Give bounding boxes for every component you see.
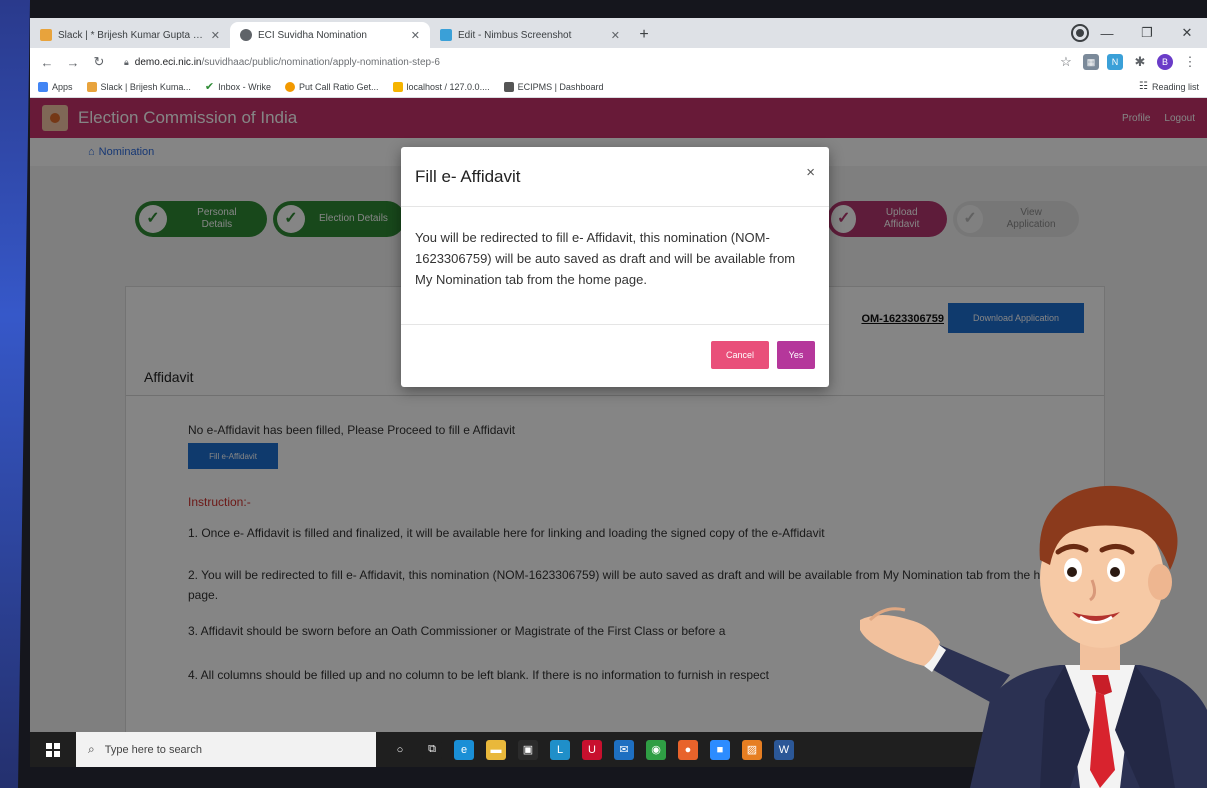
apps-grid-icon <box>38 81 48 92</box>
mcafee-icon[interactable]: U <box>582 739 602 760</box>
bookmark-put-call-ratio[interactable]: Put Call Ratio Get... <box>284 81 379 92</box>
modal-footer: Cancel Yes <box>401 325 829 385</box>
presenter-character-illustration <box>860 485 1207 788</box>
bookmark-label: Slack | Brijesh Kuma... <box>100 81 191 92</box>
zoom-icon[interactable]: ■ <box>710 739 730 760</box>
nimbus-extension-icon[interactable]: N <box>1107 54 1123 70</box>
url-host: demo.eci.nic.in <box>134 56 202 68</box>
globe-favicon-icon <box>240 29 252 41</box>
bookmarks-bar: Apps Slack | Brijesh Kuma... ✔ Inbox - W… <box>30 76 1207 98</box>
start-button[interactable] <box>30 732 76 767</box>
reading-list[interactable]: ☷ Reading list <box>1139 81 1199 92</box>
bookmark-apps[interactable]: Apps <box>38 81 73 92</box>
bookmark-label: localhost / 127.0.0.... <box>406 81 490 92</box>
back-icon[interactable]: ← <box>38 55 56 70</box>
bookmark-star-icon[interactable]: ☆ <box>1057 54 1075 70</box>
url-path: /suvidhaac/public/nomination/apply-nomin… <box>201 56 440 68</box>
yes-button[interactable]: Yes <box>777 341 815 369</box>
bookmark-label: Apps <box>52 81 73 92</box>
taskbar-search[interactable]: ⌕ Type here to search <box>76 732 376 767</box>
browser-tabstrip: Slack | * Brijesh Kumar Gupta | ECI ✕ EC… <box>30 18 1207 48</box>
circle-icon <box>284 81 295 92</box>
address-bar[interactable]: 🔒︎ demo.eci.nic.in/suvidhaac/public/nomi… <box>116 51 1049 73</box>
lock-icon: 🔒︎ <box>124 56 129 67</box>
store-icon[interactable]: ▣ <box>518 739 538 760</box>
word-icon[interactable]: W <box>774 739 794 760</box>
search-icon: ⌕ <box>88 742 95 756</box>
tab-eci-nomination[interactable]: ECI Suvidha Nomination ✕ <box>230 22 430 48</box>
profile-avatar[interactable]: B <box>1157 54 1173 70</box>
cancel-button[interactable]: Cancel <box>711 341 769 369</box>
file-explorer-icon[interactable]: ▬ <box>486 739 506 760</box>
restore-icon[interactable]: ❐ <box>1127 18 1167 48</box>
tab-close-icon[interactable]: ✕ <box>411 29 420 42</box>
modal-close-icon[interactable]: × <box>806 164 815 181</box>
modal-title: Fill e- Affidavit <box>415 166 521 186</box>
tab-close-icon[interactable]: ✕ <box>611 29 620 42</box>
tab-nimbus[interactable]: Edit - Nimbus Screenshot ✕ <box>430 22 630 48</box>
menu-kebab-icon[interactable]: ⋮ <box>1181 54 1199 70</box>
tab-label: Edit - Nimbus Screenshot <box>458 29 572 41</box>
taskbar-apps: ○ ⧉ e ▬ ▣ L U ✉ ◉ ● ■ ▨ W <box>390 739 794 760</box>
slack-icon <box>86 81 97 92</box>
chrome-icon[interactable]: ◉ <box>646 739 666 760</box>
tab-label: Slack | * Brijesh Kumar Gupta | ECI <box>58 29 205 41</box>
bookmark-localhost[interactable]: localhost / 127.0.0.... <box>392 81 490 92</box>
forward-icon[interactable]: → <box>64 55 82 70</box>
bookmark-label: ECIPMS | Dashboard <box>517 81 604 92</box>
tab-close-icon[interactable]: ✕ <box>211 29 220 42</box>
firefox-icon[interactable]: ● <box>678 739 698 760</box>
windows-logo-icon <box>46 742 60 757</box>
modal-body: You will be redirected to fill e- Affida… <box>401 207 829 325</box>
close-window-icon[interactable]: ✕ <box>1167 18 1207 48</box>
mail-icon[interactable]: ✉ <box>614 739 634 760</box>
checkmark-icon: ✔ <box>204 81 215 93</box>
window-controls: — ❐ ✕ <box>1087 18 1207 48</box>
bookmark-ecipms[interactable]: ECIPMS | Dashboard <box>503 81 604 92</box>
bookmark-slack[interactable]: Slack | Brijesh Kuma... <box>86 81 191 92</box>
bookmark-wrike[interactable]: ✔ Inbox - Wrike <box>205 80 271 93</box>
bookmark-label: Inbox - Wrike <box>218 81 271 92</box>
extension-icon[interactable]: ▦ <box>1083 54 1099 70</box>
record-icon[interactable] <box>1073 26 1087 40</box>
dashboard-icon <box>503 81 514 92</box>
tab-label: ECI Suvidha Nomination <box>258 29 367 41</box>
frame-accent <box>0 0 30 788</box>
modal-header: Fill e- Affidavit × <box>401 147 829 207</box>
bookmark-label: Put Call Ratio Get... <box>298 81 379 92</box>
browser-toolbar: ← → ↻ 🔒︎ demo.eci.nic.in/suvidhaac/publi… <box>30 48 1207 76</box>
reload-icon[interactable]: ↻ <box>90 54 108 70</box>
photos-icon[interactable]: ▨ <box>742 739 762 760</box>
new-tab-button[interactable]: + <box>630 22 658 48</box>
cortana-icon[interactable]: ○ <box>390 739 410 760</box>
app-l-icon[interactable]: L <box>550 739 570 760</box>
search-placeholder: Type here to search <box>104 743 202 756</box>
task-view-icon[interactable]: ⧉ <box>422 739 442 760</box>
fill-affidavit-modal: Fill e- Affidavit × You will be redirect… <box>401 147 829 387</box>
slack-favicon-icon <box>40 29 52 41</box>
minimize-icon[interactable]: — <box>1087 18 1127 48</box>
phpmyadmin-icon <box>392 81 403 92</box>
extensions-puzzle-icon[interactable]: ✱ <box>1131 54 1149 70</box>
edge-icon[interactable]: e <box>454 739 474 760</box>
nimbus-favicon-icon <box>440 29 452 41</box>
reading-list-icon: ☷ <box>1139 81 1148 92</box>
reading-list-label: Reading list <box>1151 81 1199 92</box>
tab-slack[interactable]: Slack | * Brijesh Kumar Gupta | ECI ✕ <box>30 22 230 48</box>
